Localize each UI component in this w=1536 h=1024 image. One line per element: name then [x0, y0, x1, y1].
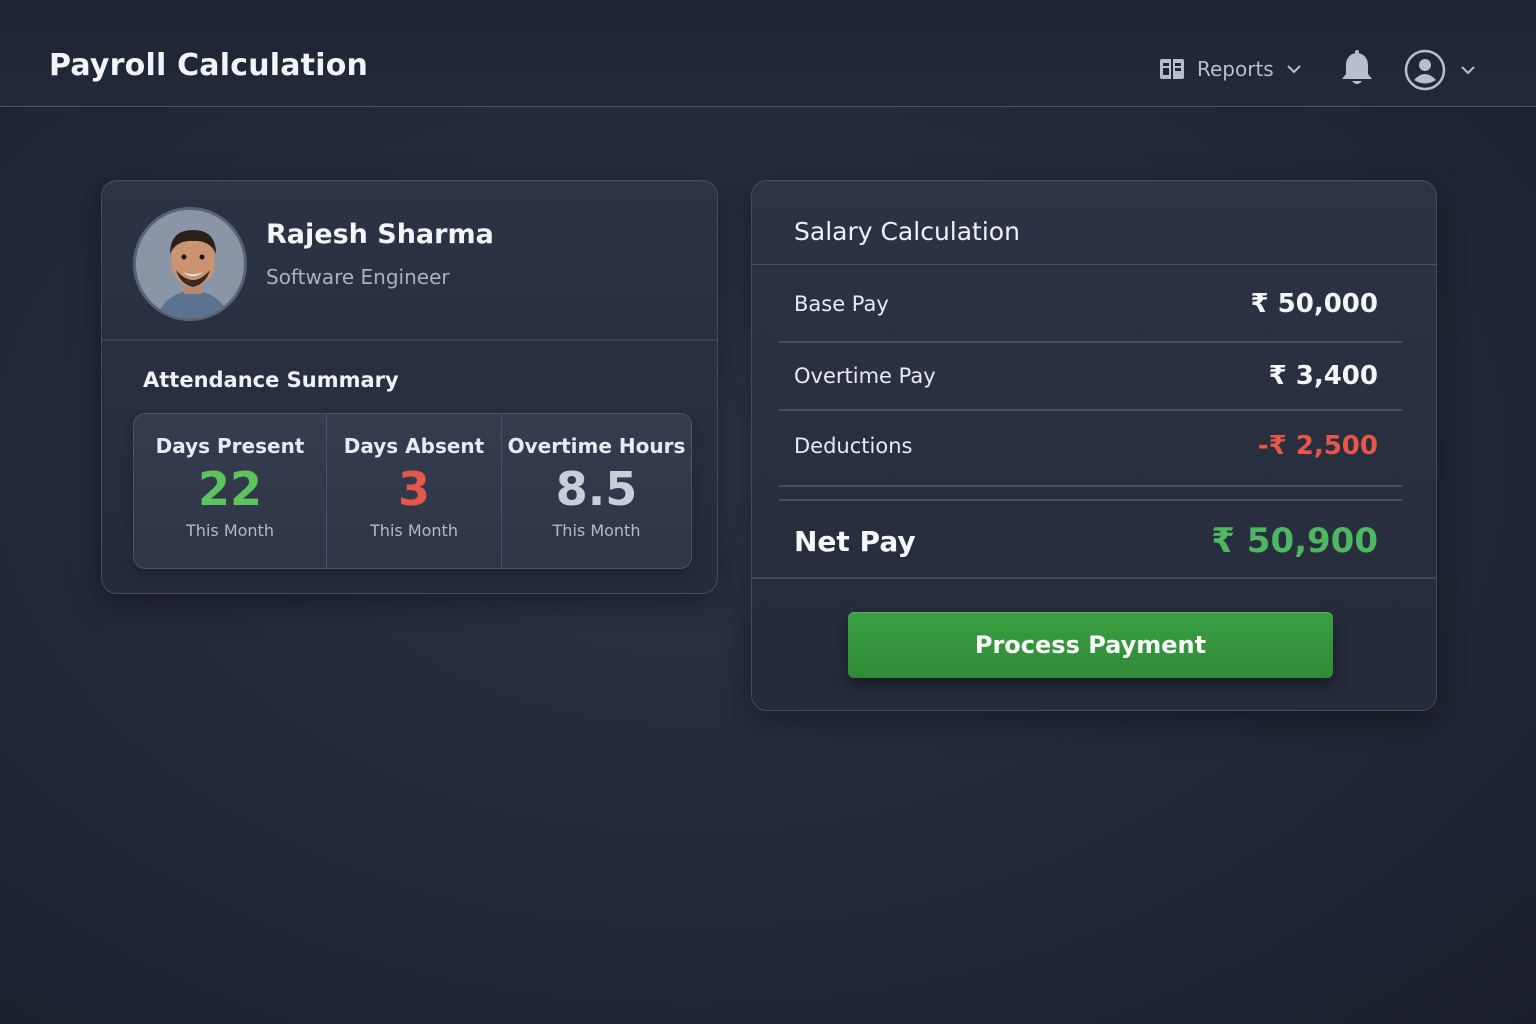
employee-photo	[133, 207, 247, 321]
process-payment-button[interactable]: Process Payment	[848, 612, 1333, 678]
stat-label: Days Absent	[343, 434, 485, 458]
bell-icon[interactable]	[1340, 50, 1374, 88]
stat-caption: This Month	[552, 520, 641, 540]
top-header: Payroll Calculation Reports	[0, 0, 1536, 107]
overtime-pay-label: Overtime Pay	[794, 364, 936, 388]
stat-value: 22	[197, 462, 262, 516]
overtime-pay-row: Overtime Pay ₹ 3,400	[794, 361, 1378, 391]
salary-card: Salary Calculation Base Pay ₹ 50,000 Ove…	[751, 180, 1437, 711]
employee-name: Rajesh Sharma	[266, 219, 494, 250]
attendance-title: Attendance Summary	[143, 368, 399, 392]
stat-caption: This Month	[186, 520, 274, 540]
reports-dropdown[interactable]: Reports	[1159, 54, 1302, 84]
user-menu[interactable]	[1404, 49, 1476, 91]
divider	[779, 485, 1402, 487]
net-pay-row: Net Pay ₹ 50,900	[794, 521, 1378, 561]
deductions-label: Deductions	[794, 434, 913, 458]
stat-overtime-hours: Overtime Hours 8.5 This Month	[501, 414, 691, 568]
divider	[752, 264, 1436, 265]
stat-days-absent: Days Absent 3 This Month	[326, 414, 501, 568]
stat-label: Days Present	[155, 434, 305, 458]
divider	[779, 409, 1402, 411]
user-avatar-icon	[1404, 49, 1446, 91]
deductions-value: -₹ 2,500	[1257, 431, 1378, 461]
chevron-down-icon	[1461, 66, 1475, 75]
salary-title: Salary Calculation	[794, 217, 1020, 246]
deductions-row: Deductions -₹ 2,500	[794, 431, 1378, 461]
stat-days-present: Days Present 22 This Month	[134, 414, 326, 568]
net-pay-value: ₹ 50,900	[1211, 521, 1378, 561]
report-book-icon	[1160, 59, 1184, 79]
employee-role: Software Engineer	[266, 265, 450, 289]
attendance-stats: Days Present 22 This Month Days Absent 3…	[133, 413, 692, 569]
chevron-down-icon	[1287, 65, 1301, 74]
base-pay-row: Base Pay ₹ 50,000	[794, 289, 1378, 319]
stat-label: Overtime Hours	[507, 434, 686, 458]
divider	[779, 499, 1402, 501]
page-title: Payroll Calculation	[49, 48, 369, 83]
base-pay-value: ₹ 50,000	[1250, 289, 1378, 319]
stat-value: 8.5	[555, 462, 638, 516]
divider	[779, 341, 1402, 343]
divider	[102, 339, 717, 341]
divider	[752, 577, 1436, 579]
stat-caption: This Month	[370, 520, 458, 540]
employee-card: Rajesh Sharma Software Engineer Attendan…	[101, 180, 718, 594]
stat-value: 3	[397, 462, 430, 516]
base-pay-label: Base Pay	[794, 292, 889, 316]
net-pay-label: Net Pay	[794, 524, 916, 558]
overtime-pay-value: ₹ 3,400	[1268, 361, 1378, 391]
reports-label: Reports	[1197, 57, 1274, 81]
